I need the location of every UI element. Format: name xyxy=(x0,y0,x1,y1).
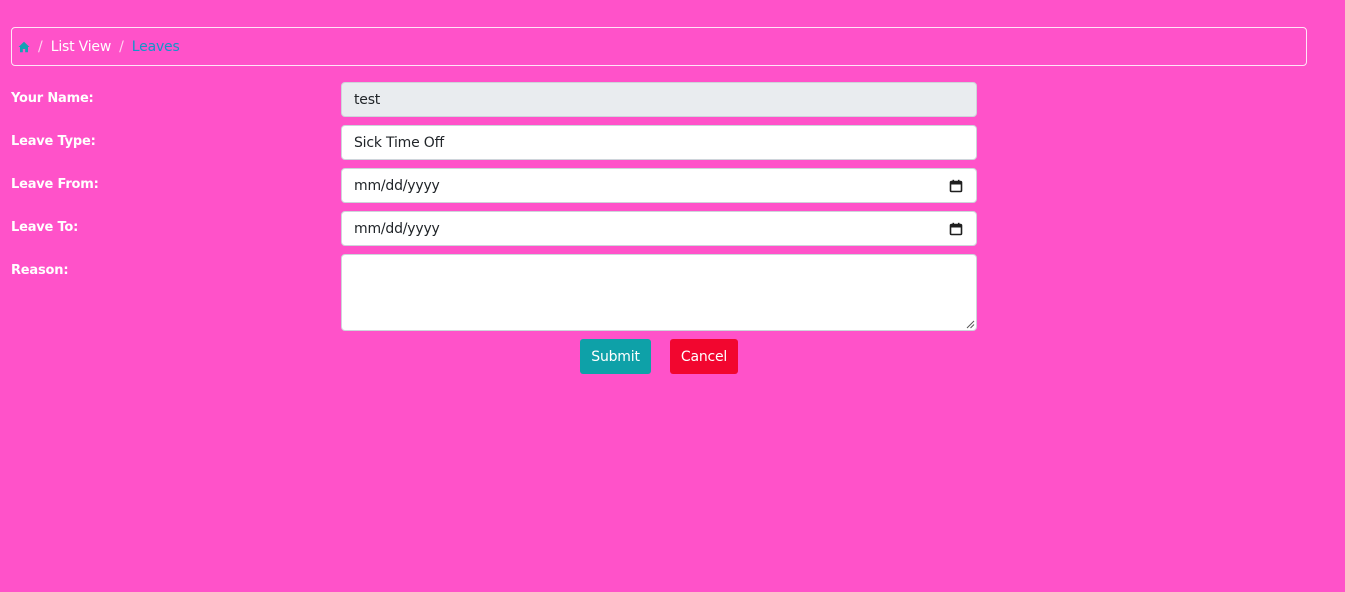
leave-to-date-input[interactable]: mm/dd/yyyy xyxy=(341,211,977,246)
your-name-value: test xyxy=(354,91,381,108)
calendar-icon[interactable] xyxy=(949,179,963,193)
breadcrumb-separator: / xyxy=(119,38,124,55)
leave-from-date-input[interactable]: mm/dd/yyyy xyxy=(341,168,977,203)
submit-button[interactable]: Submit xyxy=(580,339,651,374)
leave-form-page: / List View / Leaves Your Name: test Lea… xyxy=(0,0,1345,592)
leave-from-label: Leave From: xyxy=(11,177,99,192)
leave-from-value: mm/dd/yyyy xyxy=(354,177,440,194)
leave-type-select[interactable]: Sick Time Off xyxy=(341,125,977,160)
leave-type-value: Sick Time Off xyxy=(354,134,445,151)
breadcrumb-leaves-current: Leaves xyxy=(131,38,180,55)
breadcrumb-list-view-link[interactable]: List View xyxy=(51,39,112,55)
reason-label: Reason: xyxy=(11,263,69,278)
home-icon[interactable] xyxy=(18,41,30,53)
calendar-icon[interactable] xyxy=(949,222,963,236)
breadcrumb: / List View / Leaves xyxy=(11,27,1307,66)
leave-to-label: Leave To: xyxy=(11,220,79,235)
breadcrumb-separator: / xyxy=(38,38,43,55)
leave-to-value: mm/dd/yyyy xyxy=(354,220,440,237)
reason-textarea[interactable] xyxy=(341,254,977,331)
cancel-button[interactable]: Cancel xyxy=(670,339,738,374)
leave-type-label: Leave Type: xyxy=(11,134,96,149)
your-name-field: test xyxy=(341,82,977,117)
resize-grip-icon[interactable] xyxy=(966,320,975,329)
your-name-label: Your Name: xyxy=(11,91,94,106)
